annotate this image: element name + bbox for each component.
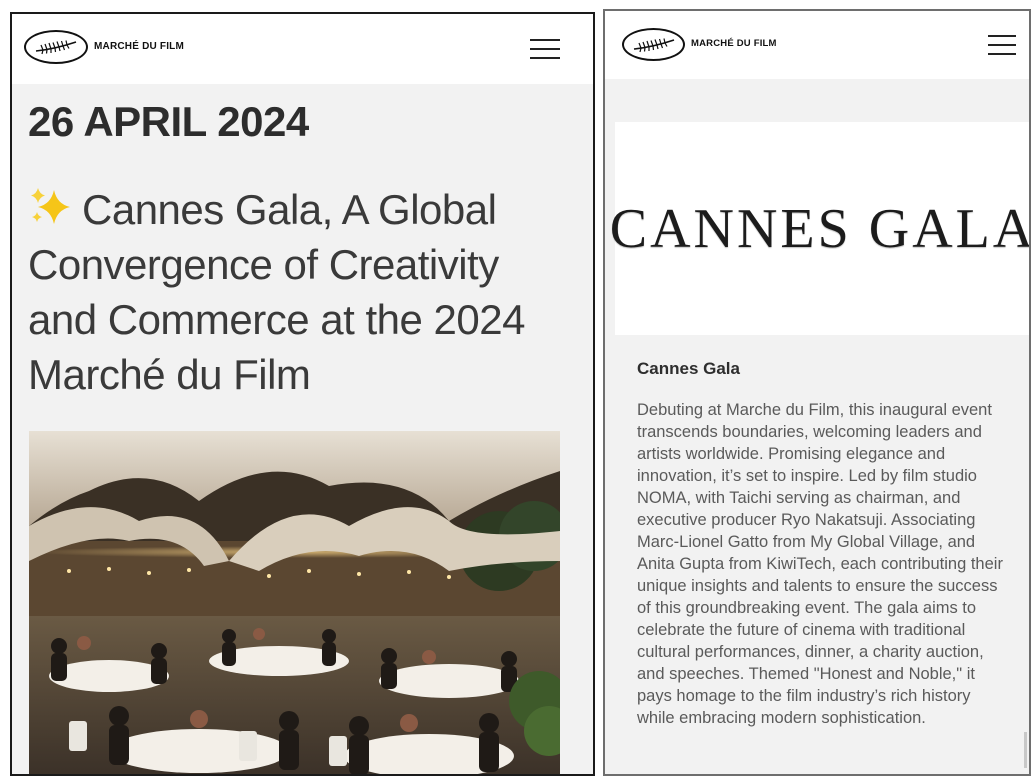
right-screen: MARCHÉ DU FILM CANNES GALA Cannes Gala D… [603, 9, 1031, 776]
scrollbar[interactable] [1024, 732, 1027, 768]
site-name: MARCHÉ DU FILM [94, 41, 185, 52]
section-body: Debuting at Marche du Film, this inaugur… [637, 401, 1003, 727]
sparkles-icon [31, 188, 70, 224]
logo-link[interactable] [622, 28, 685, 61]
site-header: MARCHÉ DU FILM [605, 11, 1029, 79]
cannes-gala-banner: CANNES GALA [610, 122, 1029, 335]
section-heading: Cannes Gala [637, 359, 740, 378]
logo-link[interactable] [24, 30, 88, 64]
site-name: MARCHÉ DU FILM [691, 38, 777, 49]
palm-leaf-icon [35, 40, 77, 55]
site-header: MARCHÉ DU FILM [12, 14, 593, 84]
article-title: Cannes Gala, A Global Convergence of Cre… [28, 182, 573, 402]
hamburger-menu-icon[interactable] [530, 39, 560, 61]
article-date: 26 APRIL 2024 [28, 98, 309, 145]
palm-leaf-icon [633, 37, 674, 52]
hamburger-menu-icon[interactable] [988, 35, 1016, 57]
article-title-text: Cannes Gala, A Global Convergence of Cre… [28, 186, 525, 398]
banner-title: CANNES GALA [609, 197, 1031, 260]
gala-dinner-photo [29, 431, 560, 774]
left-screen: MARCHÉ DU FILM 26 APRIL 2024 Cannes Gala… [10, 12, 595, 776]
